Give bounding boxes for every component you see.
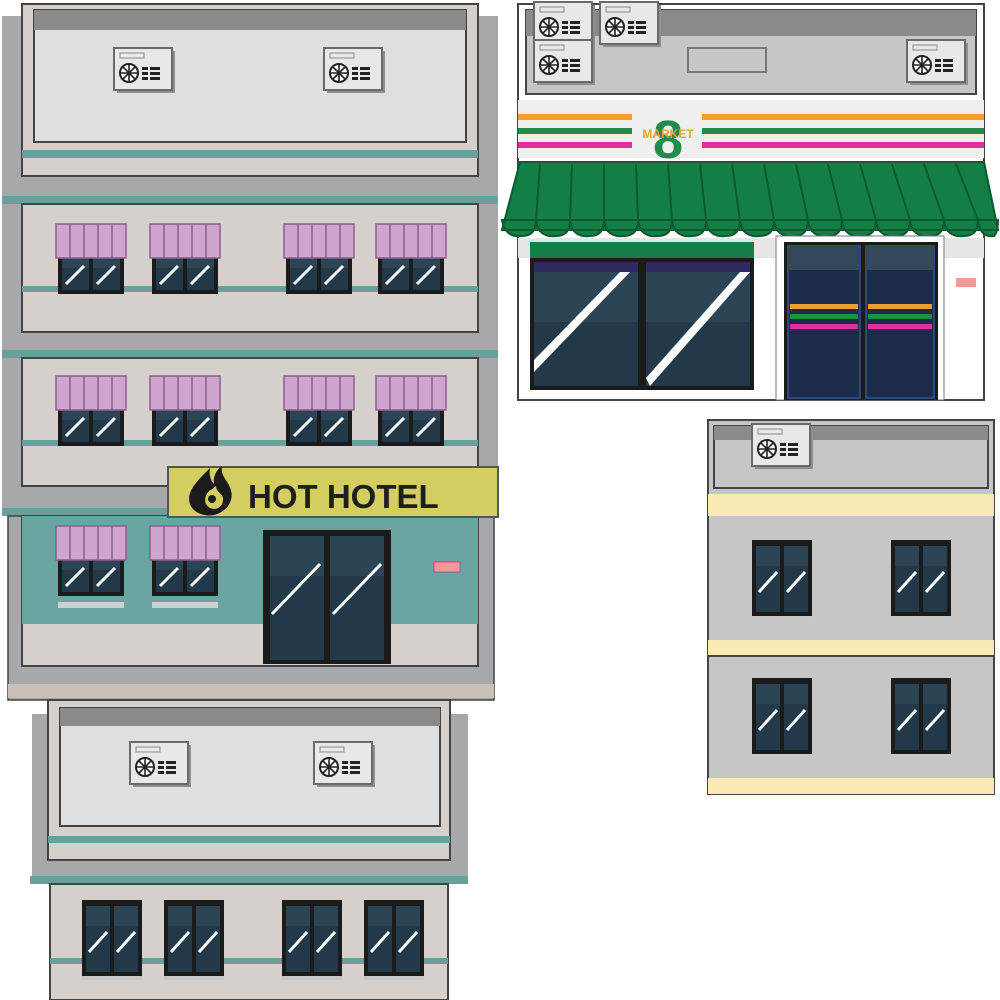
store-sprite: 8 MARKET [500,1,1000,401]
hotel-sign: HOT HOTEL [167,466,499,518]
awning-window [284,376,354,446]
awning-window [56,376,126,446]
awning-window [376,224,446,294]
ac-unit-icon [129,741,192,788]
hotel-sprite: HOT HOTEL [2,3,499,701]
ac-unit-icon [906,39,969,86]
store-logo-text: MARKET [642,127,694,141]
awning-window [150,526,220,596]
small-building-sprite [30,699,468,1000]
window [889,538,953,622]
hotel-door [263,530,391,664]
store-door [775,235,945,401]
apartment-sprite [707,419,995,795]
awning-window [150,376,220,446]
awning-window [56,526,126,596]
awning-window [56,224,126,294]
awning-window [376,376,446,446]
ac-unit-icon [323,47,386,94]
hotel-sign-text: HOT HOTEL [248,478,439,515]
awning-window [284,224,354,294]
wall-light [956,278,976,287]
window [80,898,144,982]
ac-unit-icon [313,741,376,788]
window [889,676,953,760]
game-tileset: HOT HOTEL 8 MARKET [2,1,1000,1000]
ac-unit-icon [599,1,662,48]
ac-unit-icon [113,47,176,94]
window [362,898,426,982]
window [162,898,226,982]
hotel-floor-upper [2,203,498,358]
window [280,898,344,982]
wall-light [433,561,461,573]
window [750,538,814,622]
roof-vent [687,47,767,73]
store-stripes [518,114,984,148]
window [750,676,814,760]
ac-unit-icon [533,39,596,86]
awning-window [150,224,220,294]
store-window [530,242,754,390]
ac-unit-icon [751,423,814,470]
store-awning [500,161,1000,238]
hotel-roof-top [2,3,498,204]
